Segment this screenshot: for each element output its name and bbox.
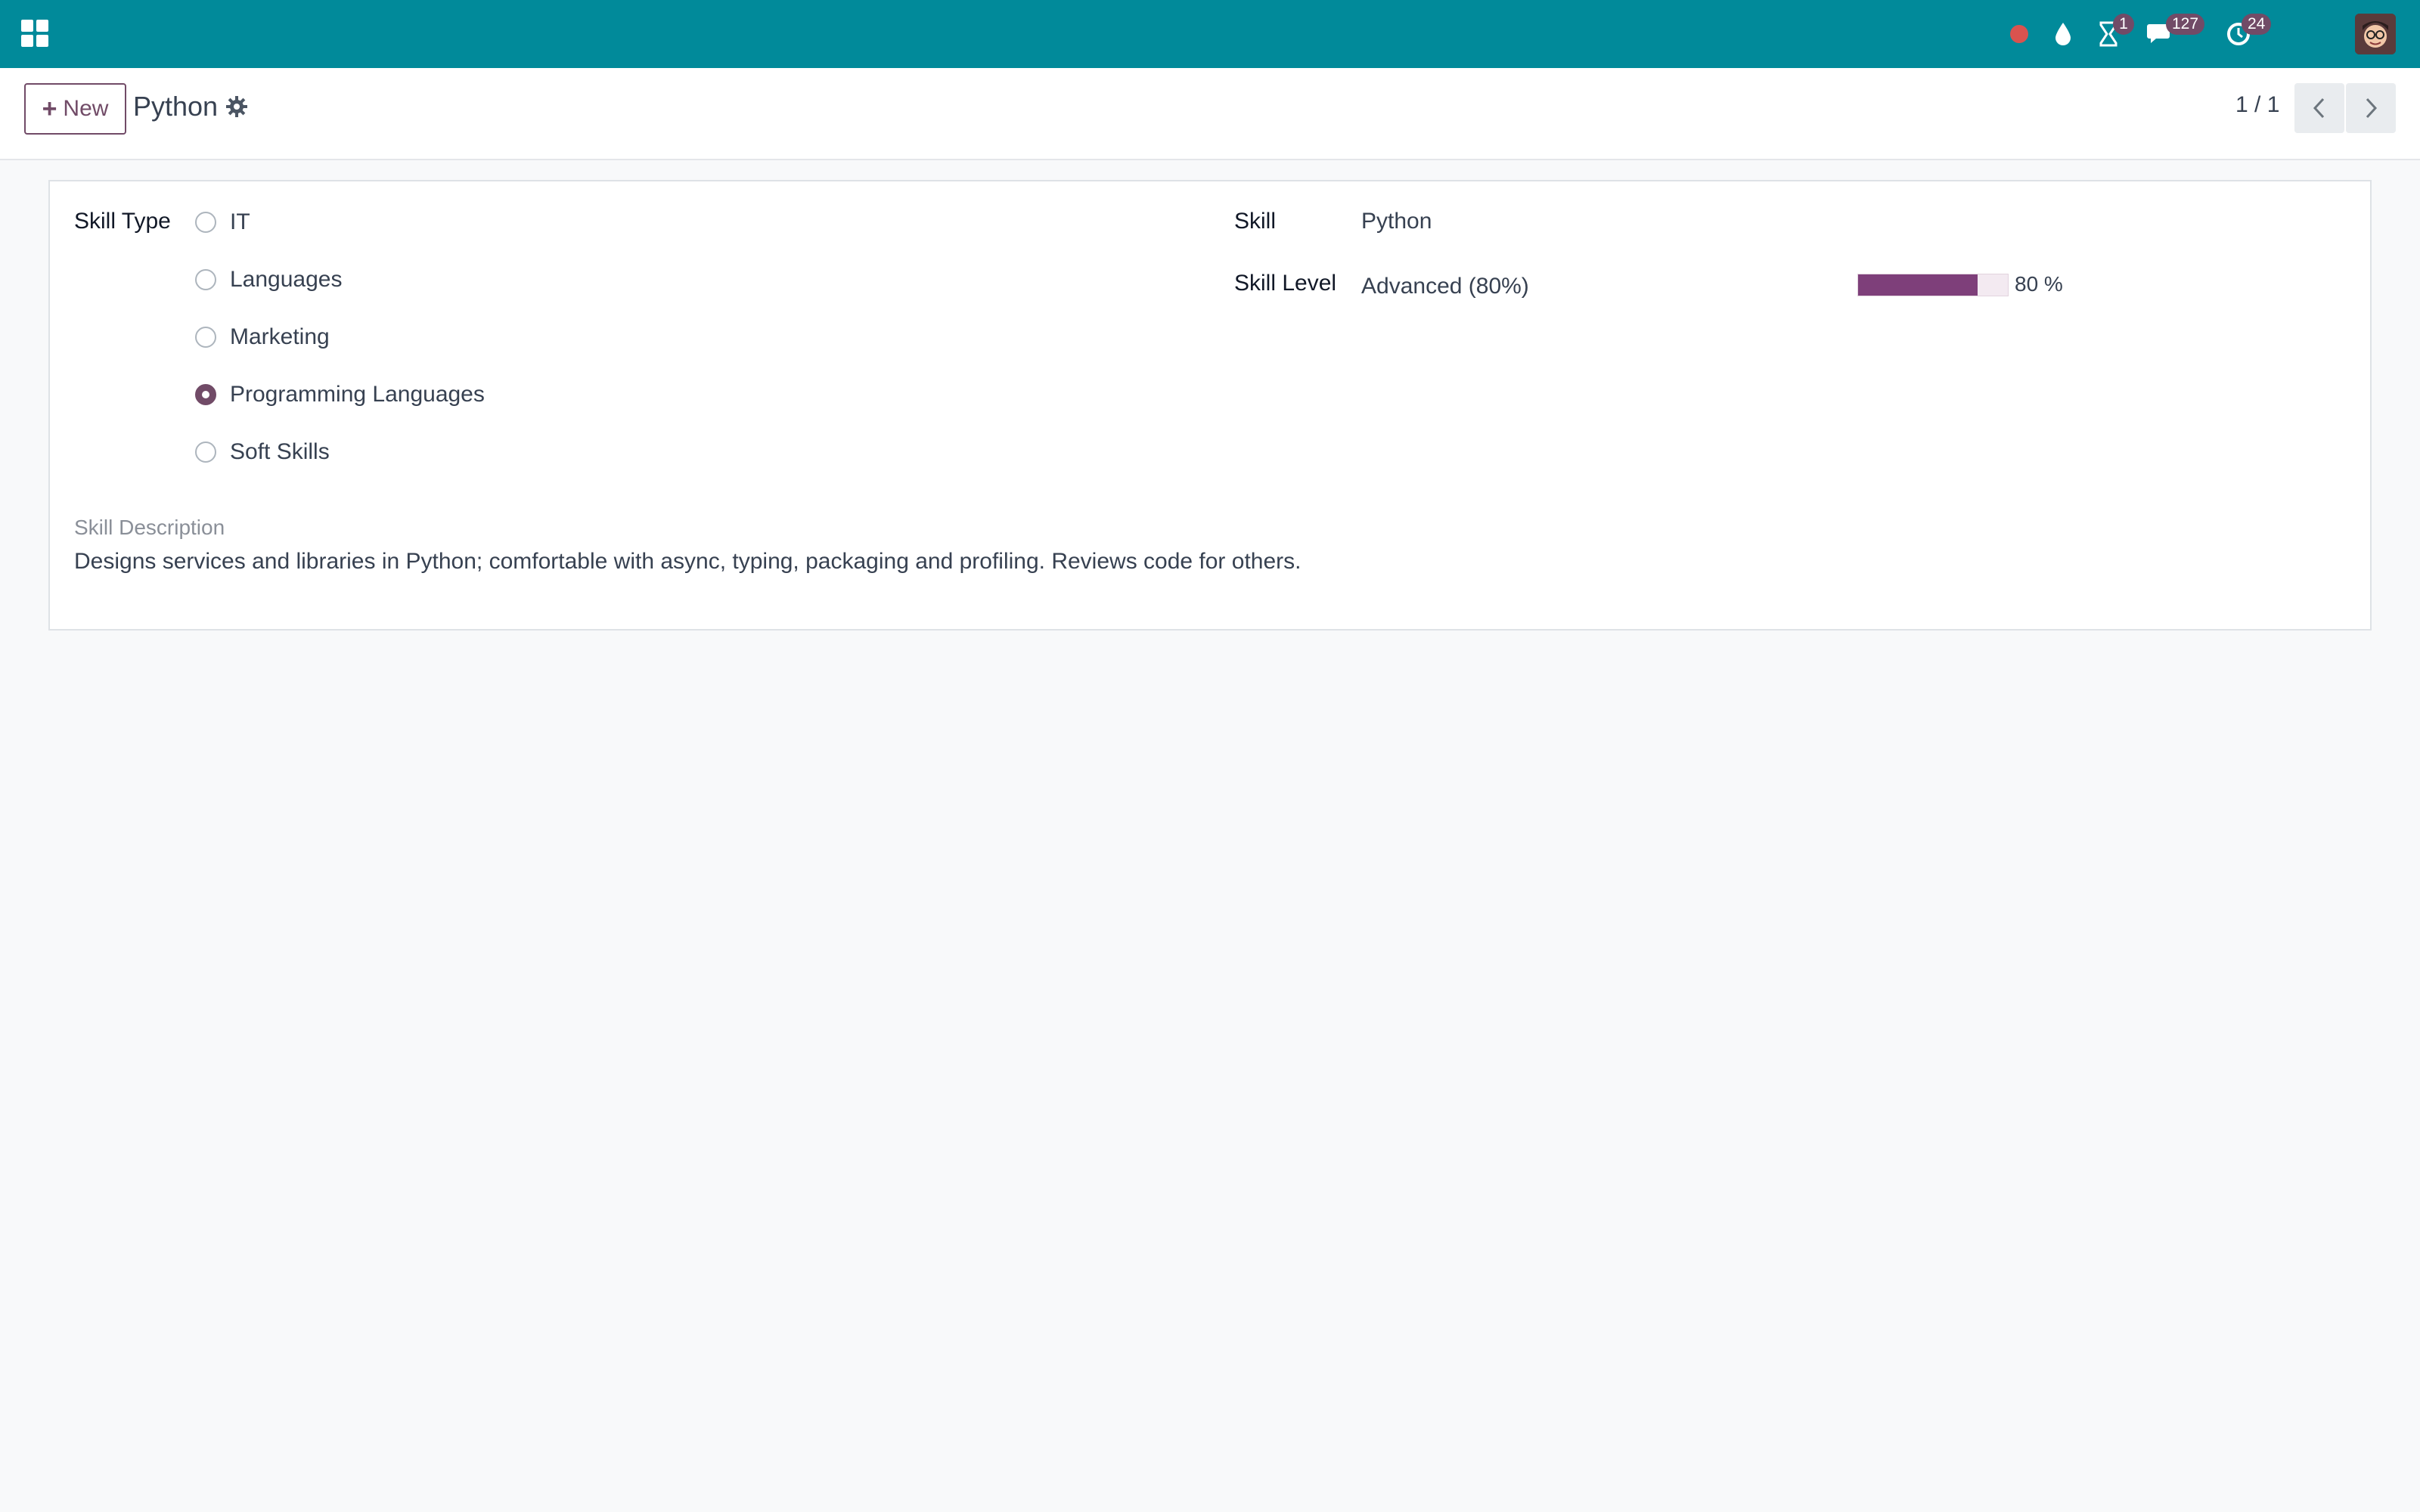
radio-button[interactable] [195, 212, 216, 233]
radio-button[interactable] [195, 327, 216, 348]
skill-description-field[interactable]: Designs services and libraries in Python… [74, 549, 2267, 575]
gear-icon[interactable] [225, 95, 248, 122]
pager-previous-button[interactable] [2294, 83, 2344, 133]
grid-icon[interactable] [21, 20, 48, 47]
skill-label: Skill [1234, 209, 1277, 234]
skill-level-field[interactable]: Advanced (80%) [1361, 274, 1529, 299]
new-button[interactable]: + New [24, 83, 126, 135]
radio-skill-type-programming-languages[interactable]: Programming Languages [195, 380, 485, 410]
water-drop-icon [2055, 23, 2071, 45]
progress-fill [1858, 274, 1978, 296]
radio-button[interactable] [195, 442, 216, 463]
clock-menu[interactable]: 24 [2216, 0, 2272, 68]
red-dot-icon [2010, 25, 2028, 43]
radio-skill-type-soft-skills[interactable]: Soft Skills [195, 437, 330, 467]
skill-level-percent: 80 % [2015, 272, 2063, 296]
user-avatar-icon [2355, 14, 2396, 54]
messages-badge: 127 [2166, 14, 2205, 35]
top-navbar: 1 127 24 [0, 0, 2420, 68]
pager-value[interactable]: 1 / 1 [2235, 92, 2279, 118]
skill-type-label: Skill Type [74, 209, 171, 234]
recording-indicator[interactable] [1996, 0, 2042, 68]
skill-level-label: Skill Level [1234, 271, 1337, 296]
avatar[interactable] [2355, 14, 2396, 54]
new-button-label: New [63, 96, 109, 121]
radio-label: Soft Skills [230, 439, 330, 464]
record-title: Python [133, 91, 219, 122]
radio-skill-type-languages[interactable]: Languages [195, 265, 342, 295]
systray: 1 127 24 [2010, 0, 2420, 68]
form-sheet: Skill Type IT Languages Marketing Progra… [48, 180, 2372, 631]
pager-next-button[interactable] [2346, 83, 2396, 133]
radio-label: Languages [230, 267, 343, 292]
skill-level-progress-bar [1857, 274, 2009, 296]
activity-badge: 1 [2113, 14, 2134, 35]
drop-menu[interactable] [2040, 0, 2086, 68]
control-panel: + New Python 1 / 1 [0, 68, 2420, 160]
skill-description-label: Skill Description [74, 516, 225, 539]
chevron-right-icon [2366, 98, 2378, 119]
radio-label: IT [230, 209, 250, 234]
clock-badge: 24 [2242, 14, 2272, 35]
radio-label: Marketing [230, 324, 330, 349]
radio-button[interactable] [195, 269, 216, 290]
plus-icon: + [42, 94, 57, 123]
activity-menu[interactable]: 1 [2086, 0, 2134, 68]
radio-skill-type-marketing[interactable]: Marketing [195, 322, 330, 352]
radio-label: Programming Languages [230, 382, 485, 407]
chevron-left-icon [2313, 98, 2325, 119]
skill-field[interactable]: Python [1361, 209, 1432, 234]
radio-skill-type-it[interactable]: IT [195, 207, 250, 237]
messaging-menu[interactable]: 127 [2139, 0, 2205, 68]
radio-button-checked[interactable] [195, 384, 216, 405]
